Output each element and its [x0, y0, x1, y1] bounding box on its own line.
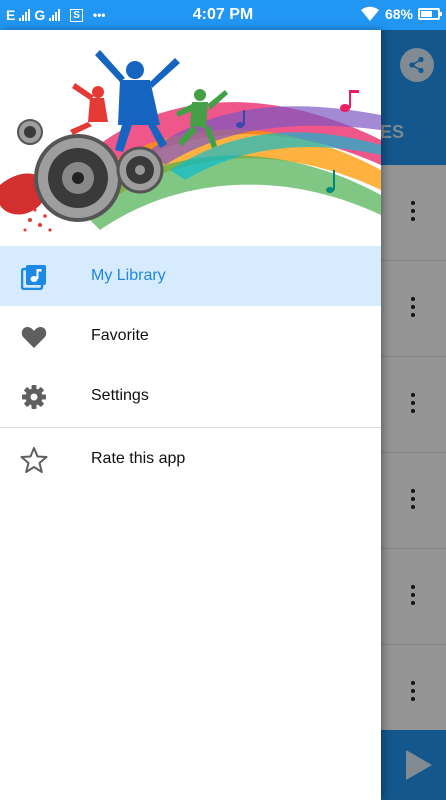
menu-label-favorite: Favorite: [91, 327, 149, 344]
library-music-icon: [20, 263, 48, 291]
menu-item-settings[interactable]: Settings: [0, 366, 381, 426]
battery-percent: 68%: [384, 6, 413, 22]
wifi-icon: [360, 6, 379, 22]
status-right: 68%: [360, 6, 442, 22]
battery-fill: [421, 11, 432, 17]
menu-label-settings: Settings: [91, 387, 149, 404]
status-bar: E G S ••• 4:07 PM 68%: [0, 0, 446, 30]
menu-item-favorite[interactable]: Favorite: [0, 306, 381, 366]
music-banner-illustration: [0, 30, 381, 246]
menu-item-rate-app[interactable]: Rate this app: [0, 429, 381, 489]
navigation-drawer: My Library Favorite Settings Rate this a…: [0, 30, 381, 800]
star-outline-icon: [20, 446, 48, 474]
battery-icon: [418, 8, 442, 20]
menu-label-rate-app: Rate this app: [91, 450, 186, 467]
menu-label-my-library: My Library: [91, 267, 166, 284]
menu-divider: [0, 427, 381, 428]
menu-item-my-library[interactable]: My Library: [0, 246, 381, 306]
gear-icon: [20, 383, 48, 411]
drawer-header-image: [0, 30, 381, 246]
heart-icon: [20, 323, 48, 351]
